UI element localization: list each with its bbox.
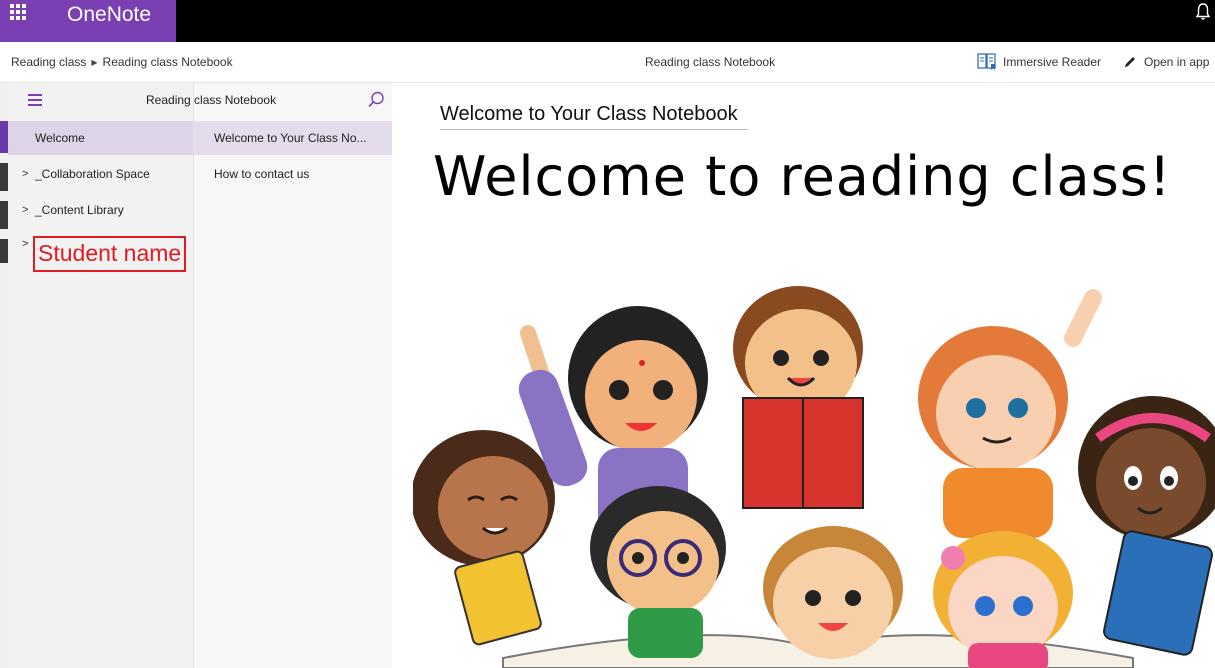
- strip-tab: [0, 163, 8, 191]
- breadcrumb: Reading class ▶ Reading class Notebook: [11, 55, 233, 69]
- navigation-header: Reading class Notebook: [8, 83, 392, 119]
- app-name[interactable]: OneNote: [67, 0, 151, 30]
- section-item-label: Welcome: [35, 131, 85, 145]
- breadcrumb-item-notebook[interactable]: Reading class Notebook: [103, 55, 233, 69]
- app-launcher-icon[interactable]: [10, 4, 26, 20]
- navigation-notebook-title: Reading class Notebook: [146, 93, 277, 107]
- pages-pane: Welcome to Your Class No... How to conta…: [194, 83, 392, 668]
- section-item-content-library[interactable]: > _Content Library: [8, 193, 193, 227]
- open-in-app-label: Open in app: [1144, 55, 1210, 69]
- notebook-color-strip: [0, 83, 8, 668]
- chevron-right-icon[interactable]: >: [22, 193, 28, 227]
- notebook-title: Reading class Notebook: [645, 55, 776, 69]
- search-icon[interactable]: [366, 90, 386, 110]
- pencil-icon: [1125, 57, 1135, 67]
- section-item-label: _Content Library: [35, 203, 124, 217]
- page-canvas[interactable]: Welcome to Your Class Notebook Welcome t…: [393, 83, 1215, 668]
- page-item-contact[interactable]: How to contact us: [194, 157, 392, 191]
- open-in-app-button[interactable]: Open in app: [1123, 52, 1209, 72]
- children-reading-illustration: [413, 286, 1215, 668]
- app-bar: OneNote: [0, 0, 1215, 42]
- strip-tab: [0, 239, 8, 263]
- breadcrumb-separator-icon: ▶: [91, 58, 98, 67]
- immersive-reader-button[interactable]: Immersive Reader: [977, 52, 1101, 72]
- page-item-welcome[interactable]: Welcome to Your Class No...: [194, 121, 392, 155]
- section-item-label: _Collaboration Space: [35, 167, 150, 181]
- chevron-right-icon[interactable]: >: [22, 157, 28, 191]
- hamburger-menu-icon[interactable]: [28, 94, 42, 106]
- notification-bell-icon[interactable]: [1195, 2, 1211, 22]
- section-item-welcome[interactable]: Welcome: [8, 121, 193, 155]
- chevron-right-icon[interactable]: >: [22, 238, 28, 250]
- sections-pane: Welcome > _Collaboration Space > _Conten…: [8, 83, 194, 668]
- strip-tab: [0, 201, 8, 229]
- command-bar: Reading class ▶ Reading class Notebook Rea…: [0, 42, 1215, 83]
- immersive-reader-label: Immersive Reader: [1003, 55, 1102, 69]
- app-brand: OneNote: [0, 0, 176, 42]
- immersive-reader-icon: [977, 53, 996, 70]
- page-headline[interactable]: Welcome to reading class!: [433, 145, 1172, 208]
- page-item-label: How to contact us: [214, 167, 310, 181]
- section-item-student-name[interactable]: Student name: [33, 236, 187, 272]
- page-title[interactable]: Welcome to Your Class Notebook: [440, 103, 748, 130]
- section-item-collaboration-space[interactable]: > _Collaboration Space: [8, 157, 193, 191]
- breadcrumb-item-class[interactable]: Reading class: [11, 55, 86, 69]
- page-item-label: Welcome to Your Class No...: [214, 131, 367, 145]
- selected-section-marker: [0, 121, 8, 153]
